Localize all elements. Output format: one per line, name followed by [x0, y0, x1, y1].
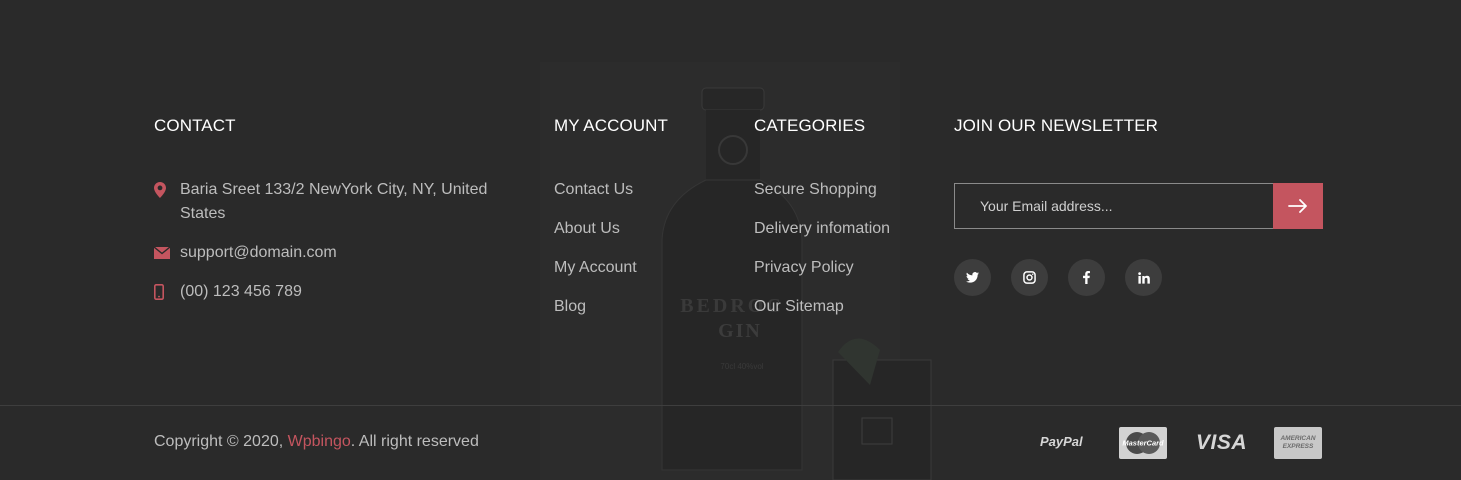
newsletter-form [954, 183, 1323, 229]
link-our-sitemap[interactable]: Our Sitemap [754, 295, 890, 334]
map-pin-icon [154, 178, 180, 202]
contact-email: support@domain.com [154, 241, 337, 265]
categories-section: CATEGORIES Secure Shopping Delivery info… [754, 116, 934, 315]
contact-section: CONTACT Baria Sreet 133/2 NewYork City, … [154, 116, 514, 300]
link-blog[interactable]: Blog [554, 295, 637, 334]
link-delivery-information[interactable]: Delivery infomation [754, 217, 890, 256]
envelope-icon [154, 241, 180, 265]
payment-methods: PayPal MasterCard VISA AMERICAN EXPRESS [0, 426, 1461, 460]
link-my-account[interactable]: My Account [554, 256, 637, 295]
categories-links: Secure Shopping Delivery infomation Priv… [754, 178, 890, 334]
twitter-button[interactable] [954, 259, 991, 296]
instagram-button[interactable] [1011, 259, 1048, 296]
bottle-small-text: 70cl 40%vol [720, 362, 763, 371]
contact-phone-text[interactable]: (00) 123 456 789 [180, 280, 302, 304]
link-contact-us[interactable]: Contact Us [554, 178, 637, 217]
svg-text:MasterCard: MasterCard [1122, 439, 1164, 448]
my-account-heading: MY ACCOUNT [554, 116, 669, 135]
link-about-us[interactable]: About Us [554, 217, 637, 256]
linkedin-button[interactable] [1125, 259, 1162, 296]
social-links [954, 259, 1182, 296]
twitter-icon [966, 272, 979, 283]
contact-heading: CONTACT [154, 116, 236, 135]
american-express-logo: AMERICAN EXPRESS [1274, 427, 1322, 459]
footer-divider [0, 405, 1461, 406]
newsletter-heading: JOIN OUR NEWSLETTER [954, 116, 1159, 135]
categories-heading: CATEGORIES [754, 116, 866, 135]
visa-logo: VISA [1196, 431, 1248, 454]
contact-email-text[interactable]: support@domain.com [180, 241, 337, 265]
background-bottle-illustration: BEDROC GIN 70cl 40%vol [540, 62, 932, 480]
mobile-phone-icon [154, 280, 180, 304]
paypal-logo: PayPal [1040, 434, 1083, 449]
my-account-section: MY ACCOUNT Contact Us About Us My Accoun… [554, 116, 734, 315]
facebook-icon [1083, 271, 1090, 284]
arrow-right-icon [1288, 199, 1307, 213]
my-account-links: Contact Us About Us My Account Blog [554, 178, 637, 334]
newsletter-submit-button[interactable] [1273, 183, 1323, 229]
contact-address: Baria Sreet 133/2 NewYork City, NY, Unit… [154, 178, 514, 226]
instagram-icon [1023, 271, 1036, 284]
linkedin-icon [1137, 271, 1150, 284]
link-secure-shopping[interactable]: Secure Shopping [754, 178, 890, 217]
newsletter-email-input[interactable] [954, 183, 1273, 229]
mastercard-logo: MasterCard [1119, 427, 1167, 459]
facebook-button[interactable] [1068, 259, 1105, 296]
contact-phone: (00) 123 456 789 [154, 280, 302, 304]
newsletter-section: JOIN OUR NEWSLETTER [954, 116, 1324, 296]
link-privacy-policy[interactable]: Privacy Policy [754, 256, 890, 295]
contact-address-text: Baria Sreet 133/2 NewYork City, NY, Unit… [180, 181, 488, 222]
